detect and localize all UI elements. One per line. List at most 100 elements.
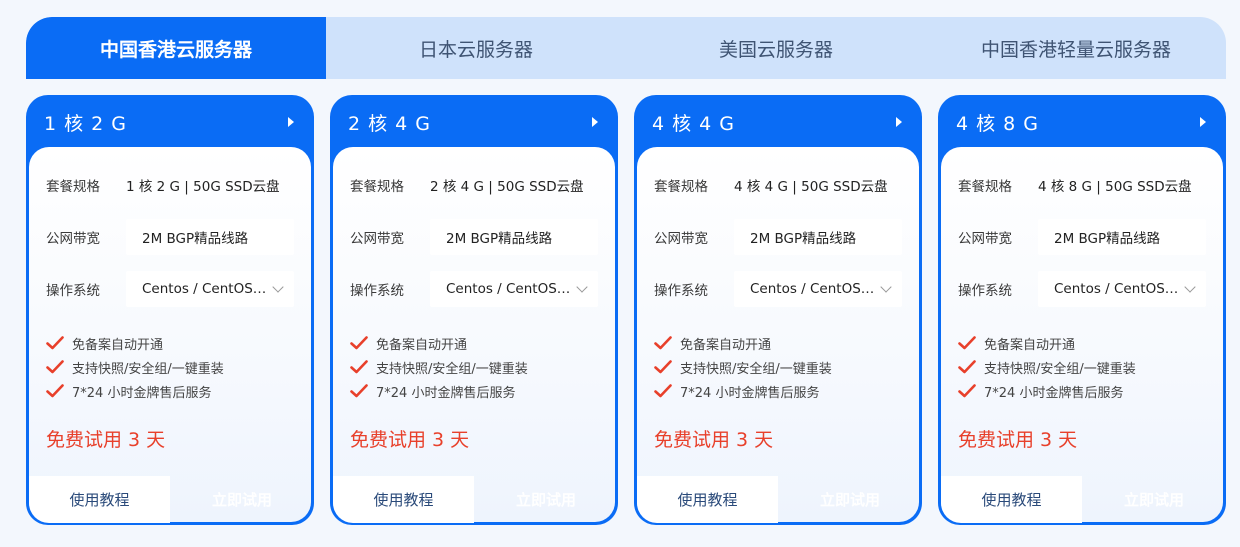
check-icon [654,336,672,350]
try-now-button[interactable]: 立即试用 [474,474,618,525]
spec-value: 4 核 4 G | 50G SSD云盘 [734,179,888,195]
bandwidth-label: 公网带宽 [350,231,404,247]
free-trial-text: 免费试用 3 天 [958,429,1078,451]
spec-label: 套餐规格 [654,179,708,195]
plan-card-actions: 使用教程 立即试用 [634,474,922,525]
chevron-down-icon [1184,280,1196,293]
tab-hongkong-lightweight[interactable]: 中国香港轻量云服务器 [926,17,1226,79]
plan-card-header[interactable]: 4 核 8 G [938,95,1226,149]
bandwidth-row: 公网带宽 2M BGP精品线路 [350,219,598,255]
bandwidth-label: 公网带宽 [958,231,1012,247]
plan-card: 2 核 4 G 套餐规格 2 核 4 G | 50G SSD云盘 公网带宽 2M… [330,95,618,525]
arrow-right-icon[interactable] [896,117,902,127]
feature-text: 支持快照/安全组/一键重装 [680,361,832,377]
arrow-right-icon[interactable] [592,117,598,127]
check-icon [350,360,368,374]
check-icon [654,360,672,374]
feature-item: 支持快照/安全组/一键重装 [350,355,528,379]
region-tabs: 中国香港云服务器 日本云服务器 美国云服务器 中国香港轻量云服务器 [26,17,1226,79]
plan-card-header[interactable]: 2 核 4 G [330,95,618,149]
spec-label: 套餐规格 [958,179,1012,195]
plan-cards: 1 核 2 G 套餐规格 1 核 2 G | 50G SSD云盘 公网带宽 2M… [26,95,1226,525]
plan-card-body: 套餐规格 2 核 4 G | 50G SSD云盘 公网带宽 2M BGP精品线路… [333,147,615,522]
feature-item: 免备案自动开通 [654,331,832,355]
free-trial-text: 免费试用 3 天 [46,429,166,451]
os-row: 操作系统 Centos / CentOS… [958,271,1206,307]
plan-card-actions: 使用教程 立即试用 [26,474,314,525]
plan-card: 4 核 4 G 套餐规格 4 核 4 G | 50G SSD云盘 公网带宽 2M… [634,95,922,525]
feature-list: 免备案自动开通 支持快照/安全组/一键重装 7*24 小时金牌售后服务 [958,331,1136,403]
feature-text: 免备案自动开通 [680,337,772,353]
feature-item: 支持快照/安全组/一键重装 [46,355,224,379]
check-icon [654,384,672,398]
feature-text: 免备案自动开通 [376,337,468,353]
bandwidth-value: 2M BGP精品线路 [126,219,294,255]
bandwidth-value: 2M BGP精品线路 [430,219,598,255]
arrow-right-icon[interactable] [288,117,294,127]
feature-list: 免备案自动开通 支持快照/安全组/一键重装 7*24 小时金牌售后服务 [654,331,832,403]
os-select-value: Centos / CentOS… [142,281,267,297]
feature-item: 免备案自动开通 [46,331,224,355]
os-select-value: Centos / CentOS… [750,281,875,297]
tab-hongkong[interactable]: 中国香港云服务器 [26,17,326,79]
tutorial-button[interactable]: 使用教程 [29,476,170,523]
check-icon [350,336,368,350]
free-trial-text: 免费试用 3 天 [350,429,470,451]
plan-card-body: 套餐规格 1 核 2 G | 50G SSD云盘 公网带宽 2M BGP精品线路… [29,147,311,522]
feature-item: 免备案自动开通 [350,331,528,355]
bandwidth-value: 2M BGP精品线路 [1038,219,1206,255]
plan-card-actions: 使用教程 立即试用 [938,474,1226,525]
os-label: 操作系统 [350,283,404,299]
try-now-button[interactable]: 立即试用 [778,474,922,525]
feature-text: 支持快照/安全组/一键重装 [376,361,528,377]
bandwidth-label: 公网带宽 [46,231,100,247]
arrow-right-icon[interactable] [1200,117,1206,127]
spec-label: 套餐规格 [46,179,100,195]
spec-row: 套餐规格 4 核 4 G | 50G SSD云盘 [654,167,902,203]
bandwidth-row: 公网带宽 2M BGP精品线路 [654,219,902,255]
feature-text: 支持快照/安全组/一键重装 [72,361,224,377]
bandwidth-row: 公网带宽 2M BGP精品线路 [958,219,1206,255]
tab-usa[interactable]: 美国云服务器 [626,17,926,79]
plan-title: 4 核 8 G [956,112,1040,135]
spec-row: 套餐规格 2 核 4 G | 50G SSD云盘 [350,167,598,203]
feature-item: 7*24 小时金牌售后服务 [654,379,832,403]
os-select-value: Centos / CentOS… [446,281,571,297]
os-label: 操作系统 [46,283,100,299]
chevron-down-icon [272,280,284,293]
feature-text: 7*24 小时金牌售后服务 [376,385,516,401]
feature-text: 免备案自动开通 [72,337,164,353]
spec-row: 套餐规格 4 核 8 G | 50G SSD云盘 [958,167,1206,203]
plan-title: 2 核 4 G [348,112,432,135]
spec-value: 1 核 2 G | 50G SSD云盘 [126,179,280,195]
spec-row: 套餐规格 1 核 2 G | 50G SSD云盘 [46,167,294,203]
chevron-down-icon [576,280,588,293]
try-now-button[interactable]: 立即试用 [170,474,314,525]
check-icon [46,360,64,374]
try-now-button[interactable]: 立即试用 [1082,474,1226,525]
tab-japan[interactable]: 日本云服务器 [326,17,626,79]
os-select[interactable]: Centos / CentOS… [126,271,294,307]
bandwidth-value: 2M BGP精品线路 [734,219,902,255]
feature-item: 7*24 小时金牌售后服务 [46,379,224,403]
feature-text: 7*24 小时金牌售后服务 [72,385,212,401]
feature-item: 7*24 小时金牌售后服务 [958,379,1136,403]
plan-title: 4 核 4 G [652,112,736,135]
os-select[interactable]: Centos / CentOS… [430,271,598,307]
os-select[interactable]: Centos / CentOS… [734,271,902,307]
check-icon [958,360,976,374]
chevron-down-icon [880,280,892,293]
feature-item: 支持快照/安全组/一键重装 [958,355,1136,379]
plan-card-header[interactable]: 4 核 4 G [634,95,922,149]
plan-card-header[interactable]: 1 核 2 G [26,95,314,149]
tutorial-button[interactable]: 使用教程 [941,476,1082,523]
plan-card: 1 核 2 G 套餐规格 1 核 2 G | 50G SSD云盘 公网带宽 2M… [26,95,314,525]
tutorial-button[interactable]: 使用教程 [333,476,474,523]
page: 中国香港云服务器 日本云服务器 美国云服务器 中国香港轻量云服务器 1 核 2 … [0,0,1240,547]
spec-value: 4 核 8 G | 50G SSD云盘 [1038,179,1192,195]
os-select-value: Centos / CentOS… [1054,281,1179,297]
feature-text: 7*24 小时金牌售后服务 [680,385,820,401]
feature-item: 支持快照/安全组/一键重装 [654,355,832,379]
os-select[interactable]: Centos / CentOS… [1038,271,1206,307]
tutorial-button[interactable]: 使用教程 [637,476,778,523]
